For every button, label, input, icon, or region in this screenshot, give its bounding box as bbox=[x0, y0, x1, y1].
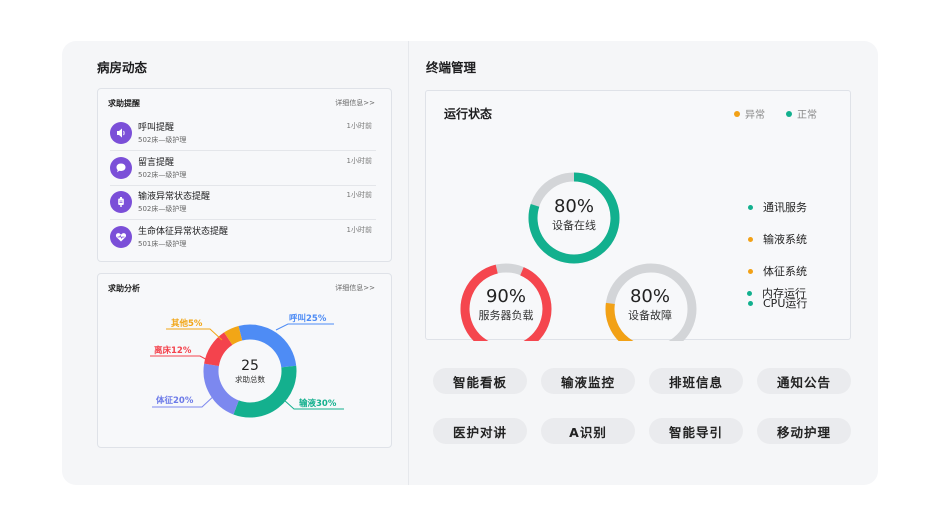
dashboard-panel: 病房动态 求助提醒 详细信息>> 呼叫提醒 502床—级护理 1小时前 留言提醒… bbox=[62, 41, 878, 485]
help-alerts-title: 求助提醒 bbox=[108, 99, 140, 108]
help-alerts-details-link[interactable]: 详细信息>> bbox=[335, 98, 375, 108]
alert-title: 输液异常状态提醒 bbox=[138, 192, 211, 202]
smart-board-button[interactable]: 智能看板 bbox=[433, 368, 527, 394]
donut-center-value: 25 bbox=[241, 358, 259, 374]
alert-time: 1小时前 bbox=[346, 122, 372, 130]
system-label: 内存运行 bbox=[762, 287, 806, 300]
running-status-panel: 运行状态 异常 正常 80% 设备在线 90% 服务器负载 80% 设备故障 通… bbox=[425, 90, 851, 341]
leader-qita bbox=[166, 328, 223, 341]
donut-label-tizheng: 体征20% bbox=[156, 396, 194, 406]
status-dot bbox=[748, 268, 753, 274]
alert-subtitle: 502床—级护理 bbox=[138, 136, 187, 144]
iv-bag-icon bbox=[110, 191, 132, 213]
system-status-communication: 通讯服务 bbox=[748, 199, 807, 215]
speaker-icon bbox=[110, 122, 132, 144]
help-analysis-card: 求助分析 详细信息>> 25 求助总数 呼叫25% 输液30% 体征20% 离床… bbox=[97, 273, 392, 448]
ai-recognition-button[interactable]: A识别 bbox=[541, 418, 635, 444]
donut-segment-qita bbox=[224, 325, 243, 346]
donut-center: 25 求助总数 bbox=[228, 358, 272, 385]
intercom-button[interactable]: 医护对讲 bbox=[433, 418, 527, 444]
infusion-monitor-button[interactable]: 输液监控 bbox=[541, 368, 635, 394]
system-label: 体征系统 bbox=[763, 265, 807, 278]
system-status-vitals: 体征系统 bbox=[748, 263, 807, 279]
ring-text-device-fault: 80% 设备故障 bbox=[608, 286, 692, 324]
alert-time: 1小时前 bbox=[346, 226, 372, 234]
column-divider bbox=[408, 41, 409, 485]
donut-label-lichuang: 离床12% bbox=[154, 346, 192, 356]
mobile-nursing-button[interactable]: 移动护理 bbox=[757, 418, 851, 444]
ring-percent: 90% bbox=[485, 286, 526, 307]
system-status-infusion: 输液系统 bbox=[748, 231, 807, 247]
alert-subtitle: 502床—级护理 bbox=[138, 205, 187, 213]
ring-percent: 80% bbox=[629, 286, 670, 307]
system-label: 通讯服务 bbox=[763, 201, 807, 214]
system-status-memory: 内存运行 bbox=[747, 285, 806, 301]
notice-button[interactable]: 通知公告 bbox=[757, 368, 851, 394]
system-label: 输液系统 bbox=[763, 233, 807, 246]
status-dot bbox=[748, 204, 753, 210]
leader-hujiao bbox=[275, 323, 334, 331]
alert-row-call[interactable]: 呼叫提醒 502床—级护理 1小时前 bbox=[110, 117, 376, 151]
alert-subtitle: 501床—级护理 bbox=[138, 240, 187, 248]
alert-row-infusion[interactable]: 输液异常状态提醒 502床—级护理 1小时前 bbox=[110, 186, 376, 220]
ring-label: 设备故障 bbox=[628, 309, 672, 322]
leader-lichuang bbox=[150, 355, 212, 363]
ring-label: 服务器负载 bbox=[478, 309, 534, 322]
help-alerts-card: 求助提醒 详细信息>> 呼叫提醒 502床—级护理 1小时前 留言提醒 502床… bbox=[97, 88, 392, 262]
ring-text-server-load: 90% 服务器负载 bbox=[464, 286, 548, 324]
alert-title: 生命体征异常状态提醒 bbox=[138, 227, 229, 237]
alert-time: 1小时前 bbox=[346, 157, 372, 165]
donut-label-shuye: 输液30% bbox=[299, 399, 337, 409]
donut-center-label: 求助总数 bbox=[235, 375, 265, 384]
status-dot bbox=[747, 290, 752, 296]
alert-subtitle: 502床—级护理 bbox=[138, 171, 187, 179]
smart-guide-button[interactable]: 智能导引 bbox=[649, 418, 743, 444]
status-dot bbox=[748, 300, 753, 306]
ring-text-online: 80% 设备在线 bbox=[532, 196, 616, 234]
heart-pulse-icon bbox=[110, 226, 132, 248]
ward-dynamics-title: 病房动态 bbox=[97, 60, 148, 75]
alert-time: 1小时前 bbox=[346, 191, 372, 199]
donut-label-hujiao: 呼叫25% bbox=[289, 314, 327, 324]
status-dot bbox=[748, 236, 753, 242]
schedule-info-button[interactable]: 排班信息 bbox=[649, 368, 743, 394]
donut-label-qita: 其他5% bbox=[171, 319, 203, 329]
terminal-management-title: 终端管理 bbox=[426, 60, 477, 75]
chat-bubble-icon bbox=[110, 157, 132, 179]
ring-label: 设备在线 bbox=[552, 219, 596, 232]
alert-row-vitals[interactable]: 生命体征异常状态提醒 501床—级护理 1小时前 bbox=[110, 221, 376, 255]
alert-row-message[interactable]: 留言提醒 502床—级护理 1小时前 bbox=[110, 152, 376, 186]
alert-title: 留言提醒 bbox=[138, 158, 175, 168]
ring-percent: 80% bbox=[553, 196, 594, 217]
alert-title: 呼叫提醒 bbox=[138, 123, 175, 133]
donut-segment-lichuang bbox=[204, 332, 233, 367]
